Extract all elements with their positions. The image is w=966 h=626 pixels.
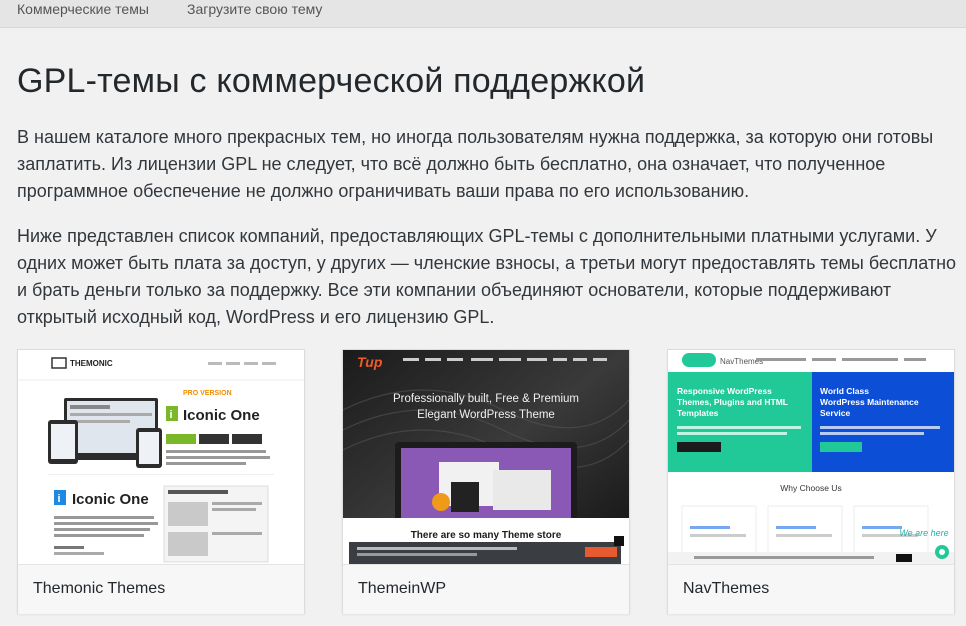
chat-bubble-text: We are here bbox=[899, 528, 948, 538]
theme-directory-nav: Коммерческие темы Загрузите свою тему bbox=[0, 0, 966, 28]
navthemes-right-title-1: World Class bbox=[820, 386, 869, 396]
company-card-themonic[interactable]: THEMONIC PRO VERSION i Iconic One i Icon… bbox=[17, 349, 305, 614]
navthemes-left-title-3: Templates bbox=[677, 408, 719, 418]
pro-version-badge: PRO VERSION bbox=[183, 390, 232, 397]
svg-text:i: i bbox=[170, 409, 173, 421]
intro-paragraph: В нашем каталоге много прекрасных тем, н… bbox=[17, 127, 934, 201]
navthemes-left-title-2: Themes, Plugins and HTML bbox=[677, 397, 788, 407]
tab-upload-theme[interactable]: Загрузите свою тему bbox=[187, 0, 322, 19]
company-name[interactable]: Themonic Themes bbox=[33, 580, 165, 598]
company-card-themeinwp[interactable]: Tup Professionally built, Free & Premium… bbox=[342, 349, 630, 614]
company-screenshot[interactable]: NavThemes Responsive WordPress Themes, P… bbox=[668, 350, 954, 564]
tab-commercial-themes[interactable]: Коммерческие темы bbox=[17, 0, 149, 19]
page-title: GPL-темы с коммерческой поддержкой bbox=[17, 62, 646, 100]
themeinwp-headline-2: Elegant WordPress Theme bbox=[417, 409, 555, 421]
themonic-logo: THEMONIC bbox=[70, 359, 113, 368]
company-screenshot[interactable]: Tup Professionally built, Free & Premium… bbox=[343, 350, 629, 564]
company-name[interactable]: NavThemes bbox=[683, 580, 769, 598]
iconic-one-title: Iconic One bbox=[183, 407, 260, 424]
companies-paragraph: Ниже представлен список компаний, предос… bbox=[17, 226, 957, 327]
why-choose-us: Why Choose Us bbox=[780, 483, 841, 493]
company-screenshot[interactable]: THEMONIC PRO VERSION i Iconic One i Icon… bbox=[18, 350, 304, 564]
themeinwp-headline-1: Professionally built, Free & Premium bbox=[393, 393, 579, 405]
company-name[interactable]: ThemeinWP bbox=[358, 580, 446, 598]
themeinwp-banner: There are so many Theme store bbox=[411, 530, 562, 541]
navthemes-right-title-3: Service bbox=[820, 408, 851, 418]
company-card-navthemes[interactable]: NavThemes Responsive WordPress Themes, P… bbox=[667, 349, 955, 614]
iconic-one-title-secondary: Iconic One bbox=[72, 491, 149, 508]
navthemes-right-title-2: WordPress Maintenance bbox=[820, 397, 919, 407]
themeinwp-logo: Tup bbox=[357, 354, 383, 370]
navthemes-left-title-1: Responsive WordPress bbox=[677, 386, 772, 396]
svg-text:i: i bbox=[58, 493, 61, 505]
